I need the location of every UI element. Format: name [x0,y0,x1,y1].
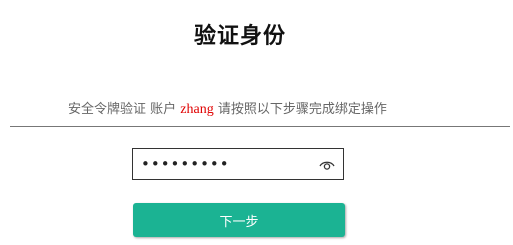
divider [10,126,510,127]
eye-icon[interactable] [319,157,335,171]
password-field[interactable] [132,148,344,180]
account-username: zhang [180,102,214,117]
password-input[interactable] [141,149,311,179]
page-title: 验证身份 [193,24,286,49]
instruction-prefix: 安全令牌验证 账户 [68,102,181,117]
instruction-suffix: 请按照以下步骤完成绑定操作 [213,102,387,117]
instruction-text: 安全令牌验证 账户 zhang 请按照以下步骤完成绑定操作 [68,98,387,118]
next-step-button[interactable]: 下一步 [133,203,345,237]
